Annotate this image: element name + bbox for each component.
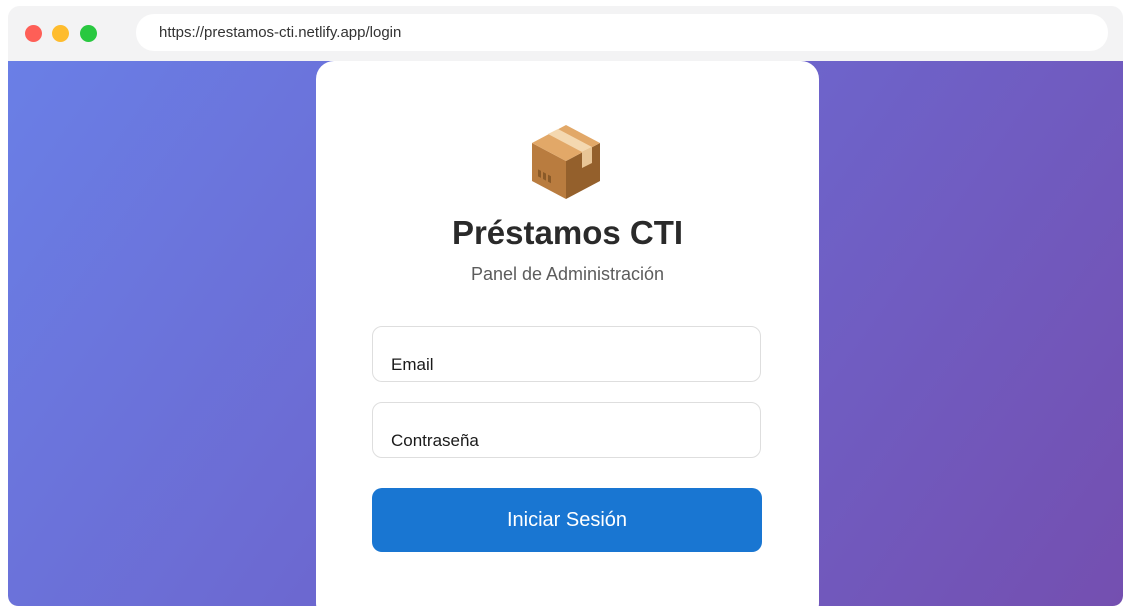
email-field[interactable] [373,327,760,381]
address-bar[interactable]: https://prestamos-cti.netlify.app/login [136,14,1108,51]
page-background: Préstamos CTI Panel de Administración In… [8,61,1123,606]
email-field-wrapper [372,326,761,382]
password-field[interactable] [373,403,760,457]
login-button[interactable]: Iniciar Sesión [372,488,762,552]
minimize-window-button[interactable] [52,25,69,42]
password-field-wrapper [372,402,761,458]
package-box-icon [532,125,600,199]
login-card: Préstamos CTI Panel de Administración In… [316,61,819,606]
page-title: Préstamos CTI [451,214,684,251]
browser-titlebar: https://prestamos-cti.netlify.app/login [8,6,1123,61]
page-subtitle: Panel de Administración [470,264,665,284]
maximize-window-button[interactable] [80,25,97,42]
address-bar-url: https://prestamos-cti.netlify.app/login [159,24,402,41]
browser-window: https://prestamos-cti.netlify.app/login [8,6,1123,606]
close-window-button[interactable] [25,25,42,42]
